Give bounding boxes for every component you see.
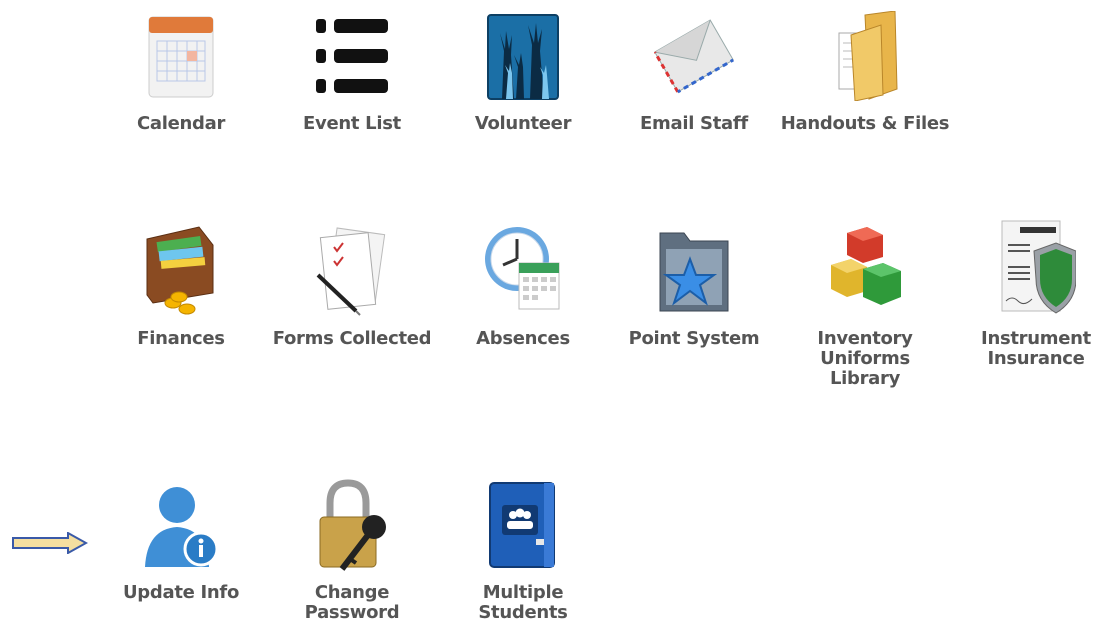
- clock-calendar-icon: [438, 221, 608, 321]
- tile-label: Email Staff: [640, 113, 748, 134]
- folder-icon: [780, 6, 950, 106]
- tile-update-info[interactable]: Update Info: [96, 475, 266, 603]
- user-info-icon: [96, 475, 266, 575]
- tile-handouts-files[interactable]: Handouts & Files: [780, 6, 950, 134]
- wallet-icon: [96, 221, 266, 321]
- group-book-icon: [438, 475, 608, 575]
- tile-change-password[interactable]: Change Password: [267, 475, 437, 623]
- tile-label: Event List: [303, 113, 401, 134]
- list-icon: [267, 6, 437, 106]
- checklist-icon: [267, 221, 437, 321]
- tile-point-system[interactable]: Point System: [609, 221, 779, 349]
- star-folder-icon: [609, 221, 779, 321]
- pointer-arrow-icon: [12, 532, 88, 554]
- tile-label: Finances: [137, 328, 225, 349]
- tile-email-staff[interactable]: Email Staff: [609, 6, 779, 134]
- tile-forms-collected[interactable]: Forms Collected: [267, 221, 437, 349]
- tile-event-list[interactable]: Event List: [267, 6, 437, 134]
- tile-label: Handouts & Files: [780, 113, 950, 134]
- tile-finances[interactable]: Finances: [96, 221, 266, 349]
- tile-label: Change Password: [304, 582, 400, 623]
- padlock-key-icon: [267, 475, 437, 575]
- tile-inventory-uniforms-library[interactable]: Inventory Uniforms Library: [780, 221, 950, 389]
- raised-hands-icon: [438, 6, 608, 106]
- tile-instrument-insurance[interactable]: Instrument Insurance: [951, 220, 1094, 369]
- tile-calendar[interactable]: Calendar: [96, 6, 266, 134]
- envelope-icon: [609, 6, 779, 106]
- boxes-icon: [780, 221, 950, 321]
- tile-label: Point System: [628, 328, 760, 349]
- tile-label: Update Info: [122, 582, 240, 603]
- tile-label: Inventory Uniforms Library: [817, 328, 913, 389]
- tile-label: Instrument Insurance: [981, 328, 1091, 369]
- tile-label: Volunteer: [474, 113, 572, 134]
- tile-label: Forms Collected: [272, 328, 432, 349]
- tile-multiple-students[interactable]: Multiple Students: [438, 475, 608, 623]
- tile-volunteer[interactable]: Volunteer: [438, 6, 608, 134]
- tile-label: Absences: [476, 328, 570, 349]
- calendar-icon: [96, 6, 266, 106]
- tile-label: Calendar: [136, 113, 226, 134]
- tile-label: Multiple Students: [478, 582, 568, 623]
- insurance-shield-icon: [951, 220, 1094, 321]
- tile-absences[interactable]: Absences: [438, 221, 608, 349]
